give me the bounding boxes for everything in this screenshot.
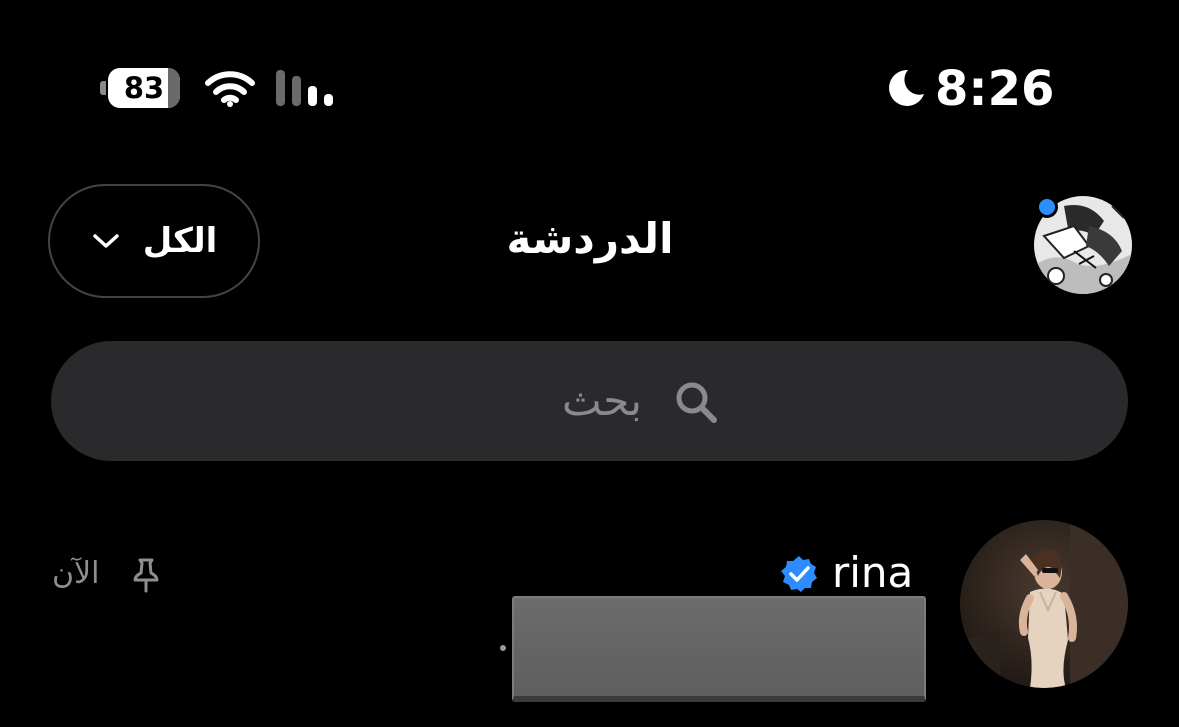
- battery-cap: [100, 81, 106, 95]
- verified-badge-icon: [781, 556, 817, 592]
- search-placeholder: بحث: [561, 376, 642, 425]
- wifi-icon: [205, 71, 255, 107]
- chat-list-item[interactable]: rina الآن: [0, 515, 1179, 727]
- moon-icon: [889, 69, 924, 106]
- profile-avatar-button[interactable]: [1034, 196, 1132, 294]
- filter-label: الكل: [142, 221, 218, 261]
- search-icon: [676, 382, 717, 423]
- page-title: الدردشة: [506, 214, 674, 263]
- chat-list-screen: 83 8:26 الكل الدردشة بحث rina الآن: [0, 0, 1179, 727]
- notification-dot: [1036, 196, 1058, 218]
- chat-name: rina: [832, 548, 914, 597]
- cellular-signal-icon: [276, 70, 333, 106]
- chat-avatar-image: [960, 520, 1128, 688]
- filter-dropdown-button[interactable]: الكل: [48, 184, 260, 298]
- chat-timestamp: الآن: [52, 556, 100, 591]
- chat-avatar: [960, 520, 1128, 688]
- pin-icon: [133, 558, 159, 593]
- search-input[interactable]: بحث: [51, 341, 1128, 461]
- preview-dot: [500, 645, 506, 651]
- chevron-down-icon: [92, 234, 119, 248]
- status-time: 8:26: [935, 61, 1055, 117]
- battery-level: 83: [123, 71, 165, 105]
- redacted-message-preview: [512, 596, 926, 702]
- battery-indicator: 83: [100, 68, 180, 108]
